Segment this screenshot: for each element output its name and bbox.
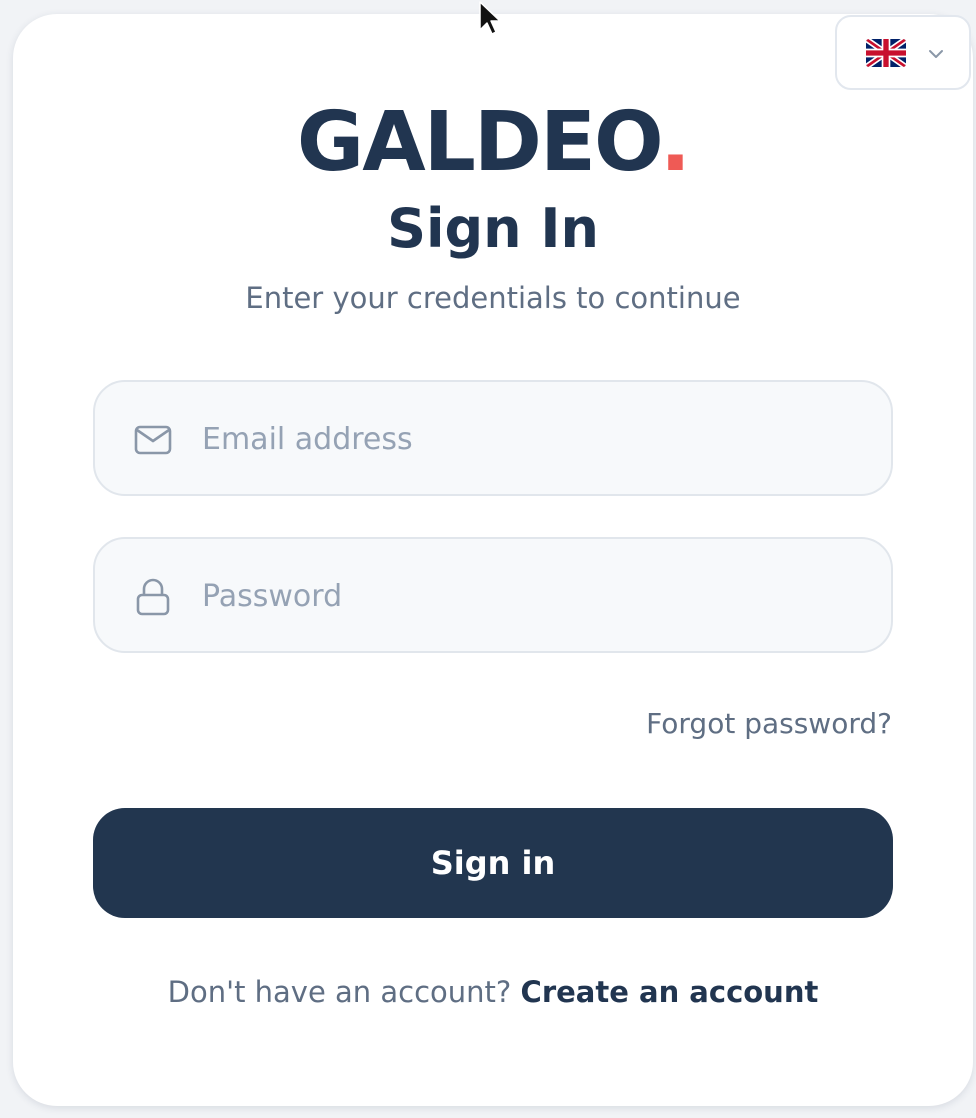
signup-prompt-text: Don't have an account? bbox=[167, 975, 512, 1009]
uk-flag-icon bbox=[866, 39, 906, 67]
brand-logo: GALDEO. bbox=[0, 96, 976, 190]
email-field-container bbox=[93, 380, 893, 496]
email-input[interactable] bbox=[200, 382, 874, 496]
page-subtitle: Enter your credentials to continue bbox=[245, 281, 741, 315]
sign-in-button[interactable]: Sign in bbox=[93, 808, 893, 918]
forgot-password-link[interactable]: Forgot password? bbox=[646, 704, 892, 744]
lock-icon bbox=[133, 577, 173, 617]
brand-name: GALDEO bbox=[296, 95, 662, 190]
create-account-link[interactable]: Create an account bbox=[521, 975, 819, 1009]
password-field-container bbox=[93, 537, 893, 653]
brand-dot: . bbox=[659, 95, 691, 190]
chevron-down-icon bbox=[927, 45, 945, 63]
page-title: Sign In bbox=[387, 197, 599, 260]
language-selector[interactable] bbox=[835, 15, 971, 90]
mouse-cursor-icon bbox=[478, 0, 502, 38]
mail-icon bbox=[133, 420, 173, 460]
signup-prompt: Don't have an account? Create an account bbox=[0, 972, 976, 1012]
password-input[interactable] bbox=[200, 539, 874, 653]
